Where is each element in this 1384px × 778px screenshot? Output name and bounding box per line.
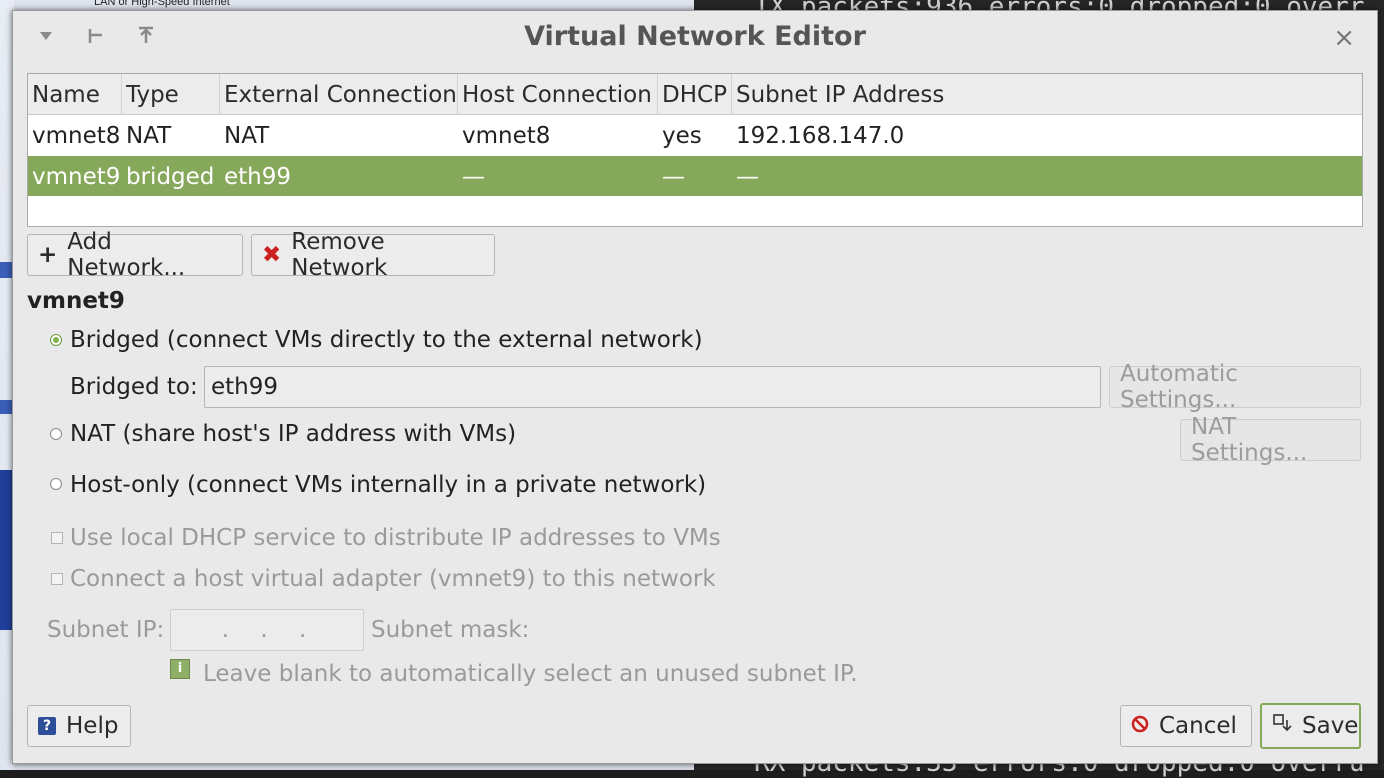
column-header-subnet[interactable]: Subnet IP Address (732, 74, 1362, 114)
cell-subnet: 192.168.147.0 (736, 123, 905, 149)
nat-settings-button[interactable]: NAT Settings... (1180, 414, 1361, 466)
hostonly-label[interactable]: Host-only (connect VMs internally in a p… (70, 472, 706, 498)
subnet-ip-label: Subnet IP: (47, 617, 165, 643)
subnet-ip-input[interactable]: . . . (170, 609, 364, 651)
cancel-icon (1131, 713, 1149, 739)
help-button[interactable]: ? Help (27, 705, 131, 747)
selected-network-title: vmnet9 (27, 288, 125, 314)
remove-network-button[interactable]: ✖ Remove Network (251, 229, 495, 281)
nat-radio[interactable] (50, 428, 62, 440)
cancel-button[interactable]: Cancel (1120, 705, 1252, 747)
automatic-settings-label: Automatic Settings... (1120, 361, 1238, 413)
titlebar: Virtual Network Editor × (13, 11, 1377, 69)
dialog-title: Virtual Network Editor (524, 21, 866, 52)
table-row[interactable]: vmnet8 NAT NAT vmnet8 yes 192.168.147.0 (28, 115, 1362, 155)
dhcp-checkbox[interactable] (51, 532, 63, 544)
automatic-settings-button[interactable]: Automatic Settings... (1109, 361, 1361, 413)
close-icon[interactable]: × (1333, 23, 1355, 53)
save-button[interactable]: Save (1260, 703, 1361, 749)
cell-dhcp: yes (662, 123, 702, 149)
table-header: Name Type External Connection Host Conne… (28, 74, 1362, 115)
host-adapter-checkbox[interactable] (51, 573, 63, 585)
cell-name: vmnet9 (32, 164, 121, 190)
cell-type: bridged (126, 164, 215, 190)
bridged-to-label: Bridged to: (70, 374, 198, 400)
help-icon: ? (38, 717, 56, 735)
remove-x-icon: ✖ (262, 242, 282, 268)
save-icon (1272, 713, 1292, 739)
bridged-label[interactable]: Bridged (connect VMs directly to the ext… (70, 327, 703, 353)
cell-host: — (462, 164, 485, 190)
background-title: LAN or High-Speed Internet (94, 0, 230, 8)
dhcp-label[interactable]: Use local DHCP service to distribute IP … (70, 525, 721, 551)
help-label: Help (66, 713, 119, 739)
host-adapter-label[interactable]: Connect a host virtual adapter (vmnet9) … (70, 566, 716, 592)
add-network-button[interactable]: + Add Network... (27, 229, 243, 281)
plus-icon: + (38, 242, 58, 268)
virtual-network-editor-dialog: Virtual Network Editor × Name Type Exter… (12, 10, 1378, 764)
nat-label[interactable]: NAT (share host's IP address with VMs) (70, 421, 516, 447)
info-icon: i (170, 659, 190, 679)
cell-type: NAT (126, 123, 172, 149)
add-network-label: Add Network... (67, 229, 186, 281)
cell-host: vmnet8 (462, 123, 551, 149)
bridged-to-select[interactable]: eth99 (204, 366, 1101, 408)
cancel-label: Cancel (1159, 713, 1237, 739)
cell-external: eth99 (224, 164, 292, 190)
subnet-hint: Leave blank to automatically select an u… (203, 661, 858, 687)
hostonly-radio[interactable] (50, 478, 62, 490)
remove-network-label: Remove Network (291, 229, 388, 281)
cell-name: vmnet8 (32, 123, 121, 149)
column-header-name[interactable]: Name (28, 74, 122, 114)
column-header-type[interactable]: Type (122, 74, 220, 114)
bridged-radio[interactable] (50, 334, 62, 346)
column-header-external[interactable]: External Connection (220, 74, 458, 114)
cell-external: NAT (224, 123, 270, 149)
cell-dhcp: — (662, 164, 685, 190)
table-row-selected[interactable]: vmnet9 bridged eth99 — — — (28, 156, 1362, 196)
column-header-host[interactable]: Host Connection (458, 74, 658, 114)
subnet-mask-label: Subnet mask: (371, 617, 530, 643)
network-table: Name Type External Connection Host Conne… (27, 73, 1363, 227)
cell-subnet: — (736, 164, 759, 190)
column-header-dhcp[interactable]: DHCP (658, 74, 732, 114)
nat-settings-label: NAT Settings... (1191, 414, 1308, 466)
save-label: Save (1302, 713, 1359, 739)
